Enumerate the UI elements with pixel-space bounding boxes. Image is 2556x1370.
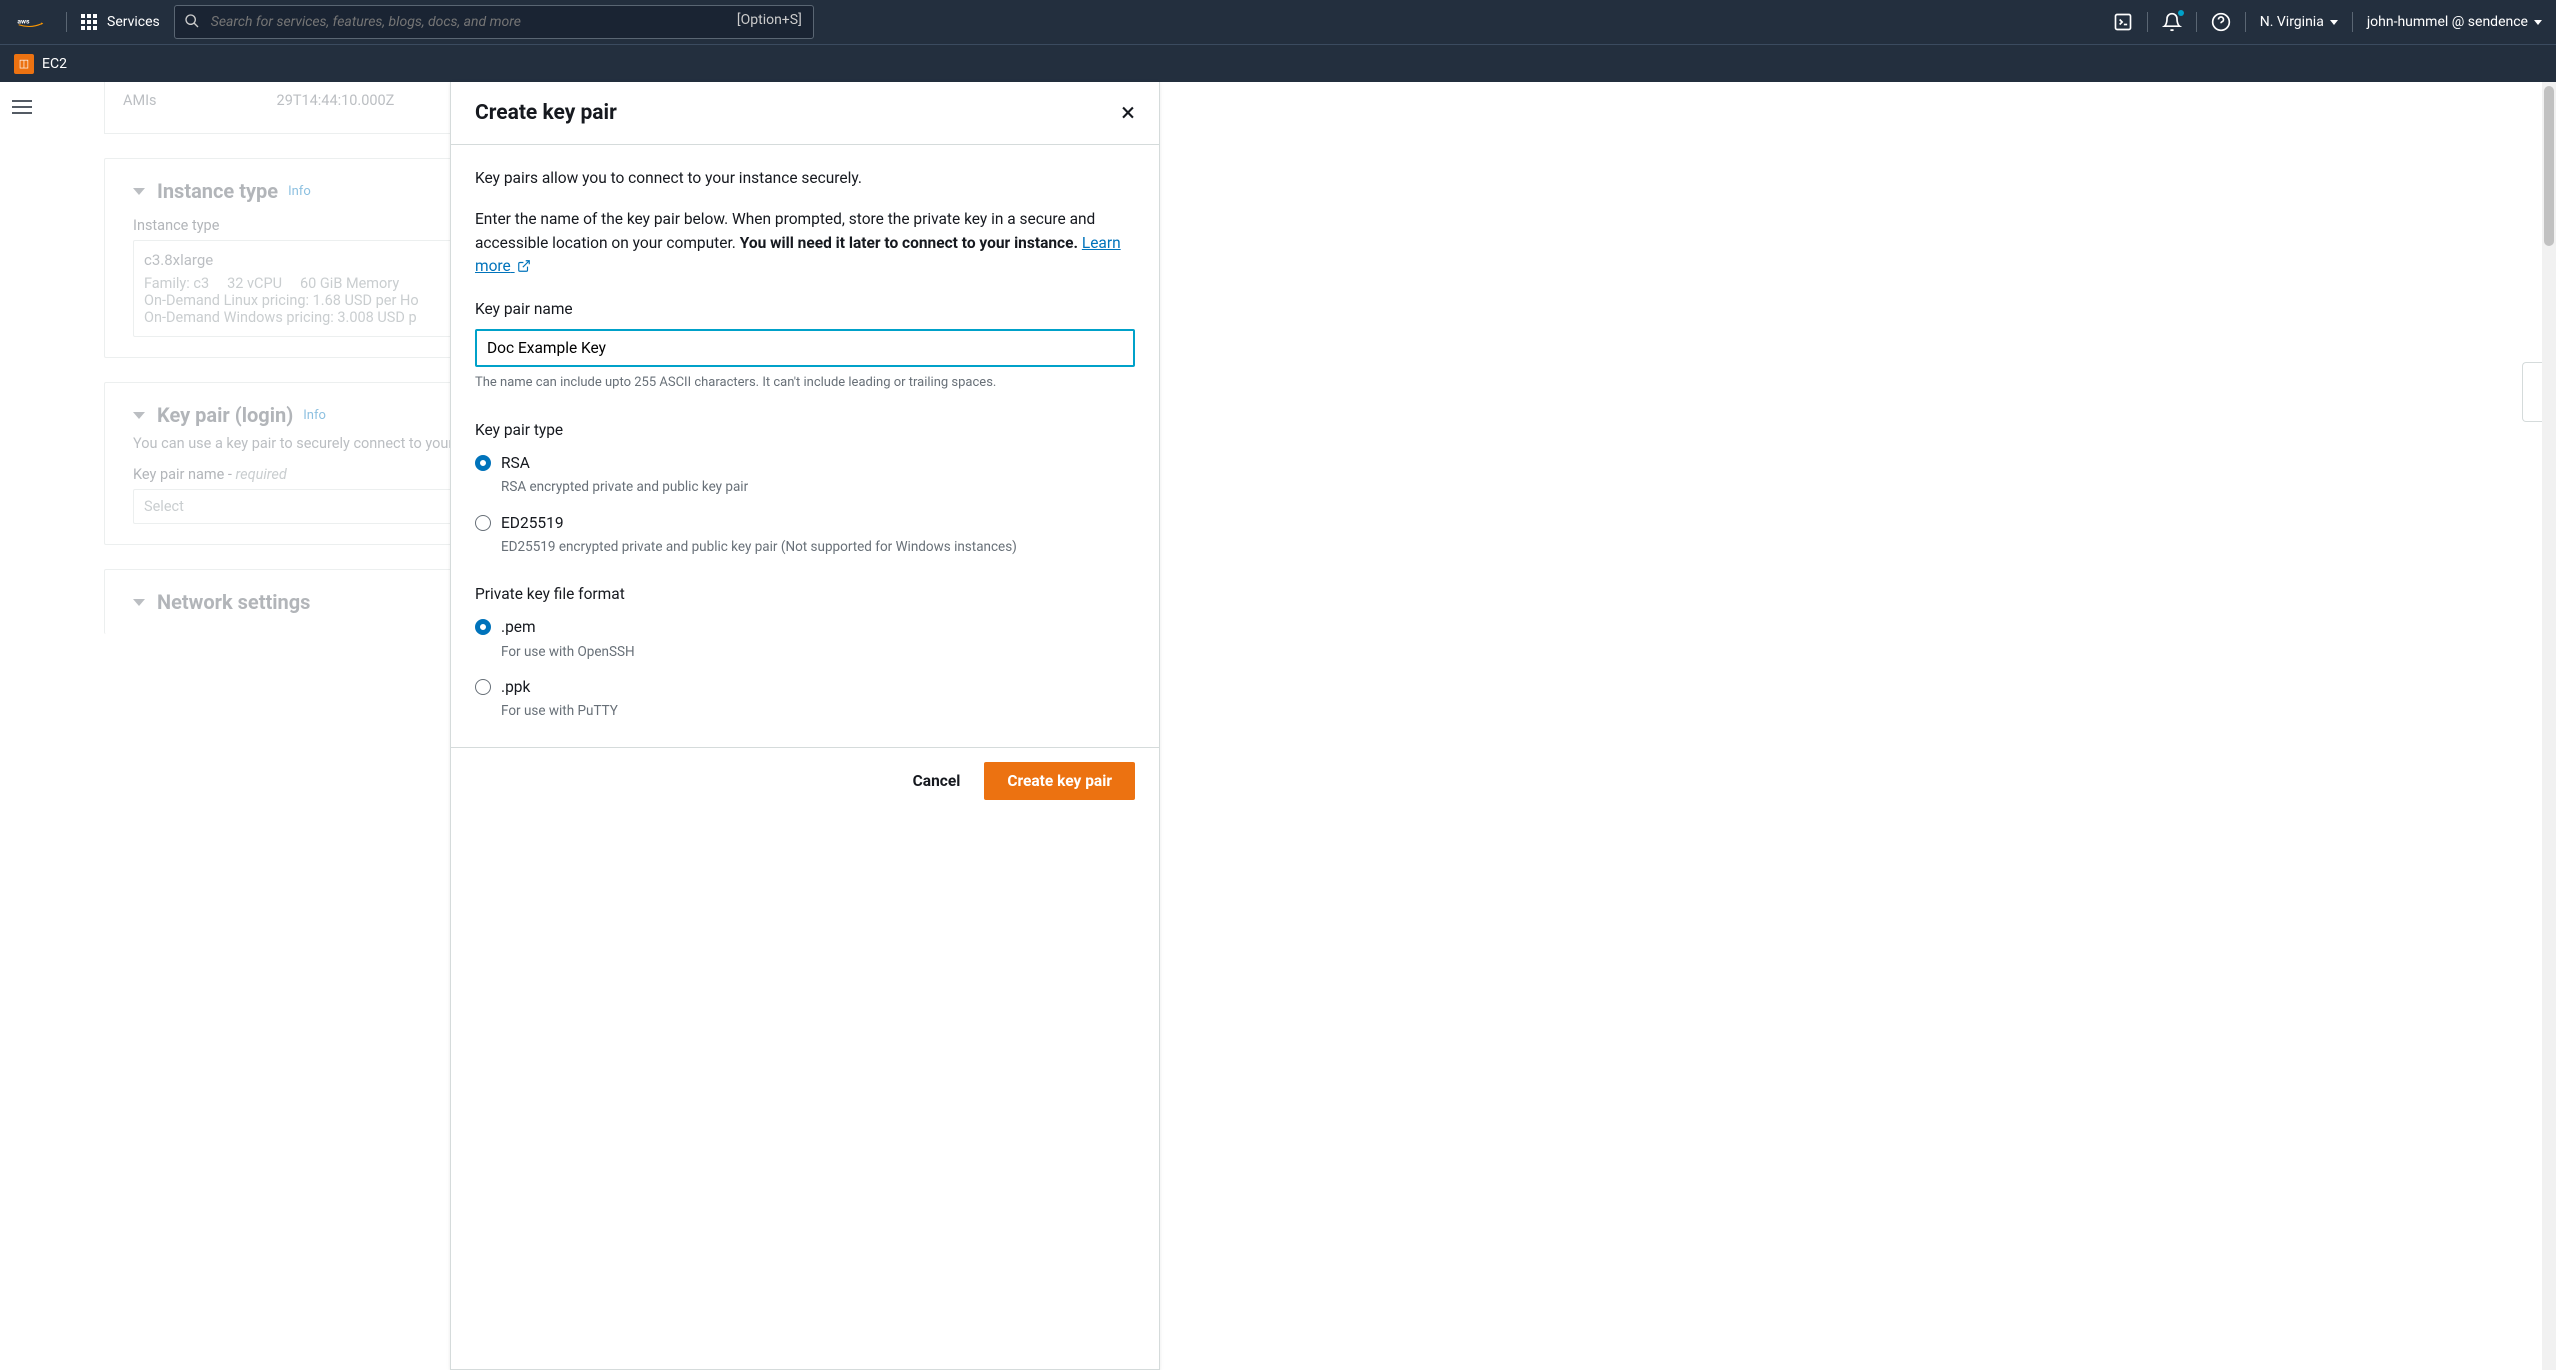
services-label: Services xyxy=(107,14,160,30)
modal-description: Enter the name of the key pair below. Wh… xyxy=(475,208,1135,280)
account-menu[interactable]: john-hummel @ sendence xyxy=(2367,14,2542,30)
caret-down-icon xyxy=(2534,20,2542,25)
radio-ppk-input[interactable] xyxy=(475,679,491,695)
radio-pem-label: .pem xyxy=(501,616,536,639)
cloudshell-icon[interactable] xyxy=(2113,12,2133,32)
cancel-button[interactable]: Cancel xyxy=(907,764,967,798)
keypair-name-input[interactable] xyxy=(475,329,1135,367)
search-icon xyxy=(184,13,200,33)
close-icon[interactable]: × xyxy=(1121,100,1135,126)
sidebar-toggle-column xyxy=(0,82,44,1370)
radio-rsa[interactable]: RSA xyxy=(475,452,1135,475)
modal-title: Create key pair xyxy=(475,101,617,125)
hamburger-icon[interactable] xyxy=(12,96,32,1370)
service-name[interactable]: EC2 xyxy=(42,56,67,72)
modal-intro: Key pairs allow you to connect to your i… xyxy=(475,167,1135,190)
ec2-service-icon: ◫ xyxy=(14,54,34,74)
nav-divider xyxy=(2352,12,2353,32)
radio-pem-input[interactable] xyxy=(475,619,491,635)
radio-ed25519-input[interactable] xyxy=(475,515,491,531)
keypair-type-label: Key pair type xyxy=(475,419,1135,442)
nav-divider xyxy=(66,12,67,32)
radio-ed25519-label: ED25519 xyxy=(501,512,564,535)
keypair-name-hint: The name can include upto 255 ASCII char… xyxy=(475,373,1135,393)
help-icon[interactable] xyxy=(2211,12,2231,32)
modal-header: Create key pair × xyxy=(451,82,1159,145)
nav-divider xyxy=(2196,12,2197,32)
radio-ppk[interactable]: .ppk xyxy=(475,676,1135,699)
region-selector[interactable]: N. Virginia xyxy=(2260,14,2338,30)
modal-footer: Cancel Create key pair xyxy=(451,747,1159,814)
key-format-label: Private key file format xyxy=(475,583,1135,606)
radio-rsa-desc: RSA encrypted private and public key pai… xyxy=(501,477,1135,497)
radio-rsa-label: RSA xyxy=(501,452,530,475)
create-key-pair-button[interactable]: Create key pair xyxy=(984,762,1135,800)
top-nav: aws Services [Option+S] N. Virginia john… xyxy=(0,0,2556,44)
scrollbar-thumb[interactable] xyxy=(2544,86,2554,246)
main-content: AMIs 29T14:44:10.000Z Instance type Info… xyxy=(44,82,2556,1370)
keypair-name-label: Key pair name xyxy=(475,298,1135,321)
services-menu[interactable]: Services xyxy=(81,14,160,30)
radio-ppk-label: .ppk xyxy=(501,676,530,699)
right-panel-toggle[interactable] xyxy=(2522,362,2542,422)
search-hotkey: [Option+S] xyxy=(737,12,802,28)
radio-ppk-desc: For use with PuTTY xyxy=(501,701,1135,721)
aws-logo[interactable]: aws xyxy=(14,17,48,27)
service-subnav: ◫ EC2 xyxy=(0,44,2556,82)
scrollbar[interactable] xyxy=(2542,82,2556,1370)
caret-down-icon xyxy=(2330,20,2338,25)
radio-pem-desc: For use with OpenSSH xyxy=(501,642,1135,662)
grid-icon xyxy=(81,14,97,30)
search-input[interactable] xyxy=(174,5,814,39)
account-label: john-hummel @ sendence xyxy=(2367,14,2528,30)
radio-ed25519-desc: ED25519 encrypted private and public key… xyxy=(501,537,1135,557)
nav-divider xyxy=(2245,12,2246,32)
modal-desc-bold: You will need it later to connect to you… xyxy=(740,234,1078,252)
external-link-icon xyxy=(517,257,531,280)
notification-badge xyxy=(2178,10,2184,16)
global-search: [Option+S] xyxy=(174,5,814,39)
create-key-pair-modal: Create key pair × Key pairs allow you to… xyxy=(450,82,1160,1370)
region-label: N. Virginia xyxy=(2260,14,2324,30)
modal-body: Key pairs allow you to connect to your i… xyxy=(451,145,1159,747)
nav-divider xyxy=(2147,12,2148,32)
radio-ed25519[interactable]: ED25519 xyxy=(475,512,1135,535)
modal-overlay: Create key pair × Key pairs allow you to… xyxy=(44,82,2556,1370)
svg-text:aws: aws xyxy=(17,17,30,25)
notifications-icon[interactable] xyxy=(2162,12,2182,32)
radio-rsa-input[interactable] xyxy=(475,455,491,471)
radio-pem[interactable]: .pem xyxy=(475,616,1135,639)
